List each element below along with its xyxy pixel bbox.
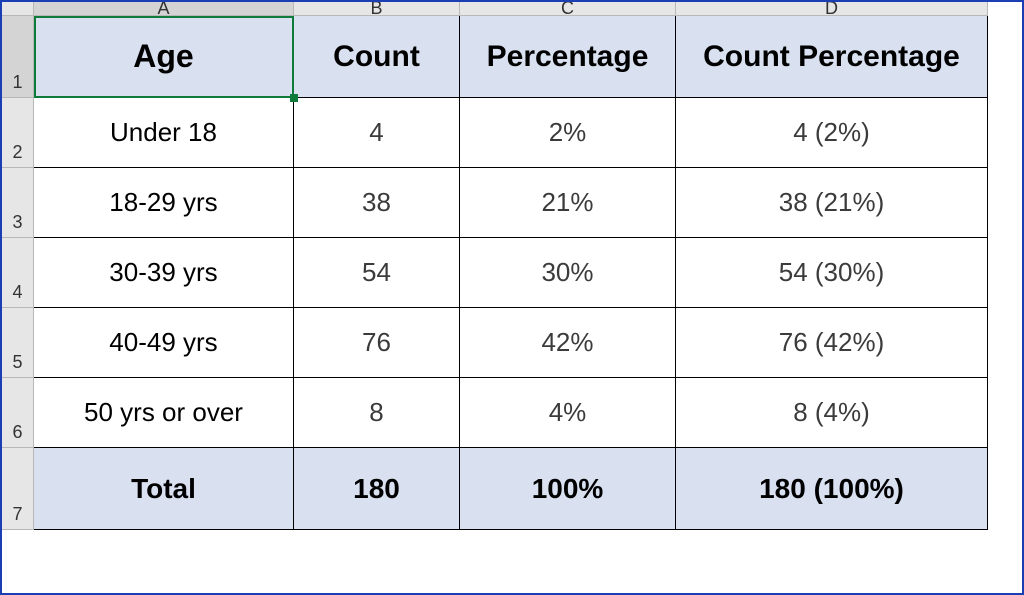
col-header-A[interactable]: A [34,2,294,16]
cell-C6[interactable]: 4% [460,378,676,448]
cell-B1[interactable]: Count [294,16,460,98]
cell-A4[interactable]: 30-39 yrs [34,238,294,308]
col-header-D[interactable]: D [676,2,988,16]
cell-C3[interactable]: 21% [460,168,676,238]
cell-A6[interactable]: 50 yrs or over [34,378,294,448]
cell-C5[interactable]: 42% [460,308,676,378]
row-header-2[interactable]: 2 [2,98,34,168]
row-header-3[interactable]: 3 [2,168,34,238]
cell-D5[interactable]: 76 (42%) [676,308,988,378]
cell-C2[interactable]: 2% [460,98,676,168]
cell-D7[interactable]: 180 (100%) [676,448,988,530]
row-header-4[interactable]: 4 [2,238,34,308]
cell-A7[interactable]: Total [34,448,294,530]
cell-D2[interactable]: 4 (2%) [676,98,988,168]
cell-B2[interactable]: 4 [294,98,460,168]
cell-A3[interactable]: 18-29 yrs [34,168,294,238]
select-all-corner[interactable] [2,2,34,16]
row-header-1[interactable]: 1 [2,16,34,98]
row-header-6[interactable]: 6 [2,378,34,448]
spreadsheet-grid: A B C D 1 Age Count Percentage Count Per… [2,2,1022,530]
row-header-7[interactable]: 7 [2,448,34,530]
cell-B3[interactable]: 38 [294,168,460,238]
row-header-5[interactable]: 5 [2,308,34,378]
cell-B6[interactable]: 8 [294,378,460,448]
cell-C4[interactable]: 30% [460,238,676,308]
cell-B5[interactable]: 76 [294,308,460,378]
cell-D3[interactable]: 38 (21%) [676,168,988,238]
cell-C1[interactable]: Percentage [460,16,676,98]
col-header-C[interactable]: C [460,2,676,16]
cell-B7[interactable]: 180 [294,448,460,530]
cell-D6[interactable]: 8 (4%) [676,378,988,448]
cell-A2[interactable]: Under 18 [34,98,294,168]
cell-D1[interactable]: Count Percentage [676,16,988,98]
col-header-B[interactable]: B [294,2,460,16]
spreadsheet-frame: A B C D 1 Age Count Percentage Count Per… [0,0,1024,595]
cell-A5[interactable]: 40-49 yrs [34,308,294,378]
cell-A1[interactable]: Age [34,16,294,98]
cell-D4[interactable]: 54 (30%) [676,238,988,308]
cell-B4[interactable]: 54 [294,238,460,308]
cell-C7[interactable]: 100% [460,448,676,530]
